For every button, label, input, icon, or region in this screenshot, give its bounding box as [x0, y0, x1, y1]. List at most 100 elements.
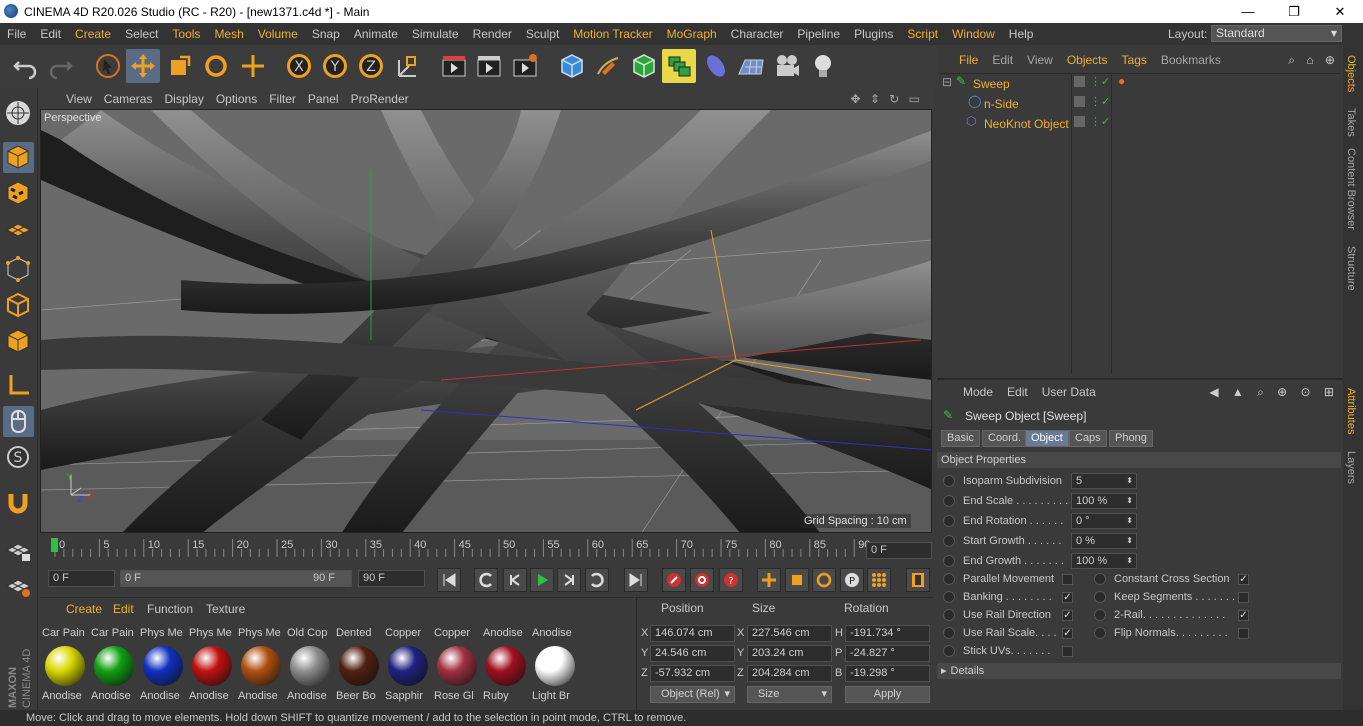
- previous-key-icon[interactable]: [474, 568, 498, 592]
- layer-icon[interactable]: [1074, 96, 1085, 107]
- checkbox[interactable]: ✓: [1238, 574, 1249, 585]
- next-frame-icon[interactable]: [557, 568, 581, 592]
- enabled-check-icon[interactable]: ⋮✓: [1090, 95, 1110, 108]
- animate-radio[interactable]: [943, 645, 955, 657]
- field-input[interactable]: 5 ⬍: [1071, 473, 1137, 489]
- points-mode-icon[interactable]: [3, 254, 34, 285]
- obj-menu-tags[interactable]: Tags: [1115, 53, 1154, 67]
- transform-tool-icon[interactable]: [236, 49, 270, 83]
- start-frame-field[interactable]: 0 F: [48, 570, 115, 587]
- menu-create[interactable]: Create: [68, 27, 118, 41]
- vp-menu-display[interactable]: Display: [158, 92, 209, 106]
- previous-frame-icon[interactable]: [503, 568, 527, 592]
- material-swatch[interactable]: Old Cop Anodise: [287, 618, 333, 706]
- material-swatch[interactable]: Anodise Light Br: [532, 618, 578, 706]
- obj-menu-objects[interactable]: Objects: [1060, 53, 1115, 67]
- timeline-ruler[interactable]: 0 5 10 15 20 25 30 35 40 45 50 55 60 65 70 75 80 85 90 0 F: [40, 535, 933, 565]
- object-row-nside[interactable]: ◯ n-Side ⋮✓: [940, 94, 1340, 114]
- menu-simulate[interactable]: Simulate: [405, 27, 466, 41]
- rotation-b-field[interactable]: -19.298 °: [845, 665, 930, 682]
- texture-mode-icon[interactable]: [3, 178, 34, 209]
- render-to-picture-viewer-icon[interactable]: [472, 49, 506, 83]
- stepper-icon[interactable]: ⬍: [1126, 554, 1133, 568]
- workplane-icon[interactable]: [3, 570, 34, 601]
- position-y-field[interactable]: 24.546 cm: [650, 645, 735, 662]
- next-key-icon[interactable]: [585, 568, 609, 592]
- key-parameter-icon[interactable]: P: [840, 568, 864, 592]
- maximize-button[interactable]: ❐: [1271, 0, 1317, 23]
- floor-icon[interactable]: [734, 49, 768, 83]
- menu-pipeline[interactable]: Pipeline: [790, 27, 847, 41]
- key-scale-icon[interactable]: [785, 568, 809, 592]
- rotation-p-field[interactable]: -24.827 °: [845, 645, 930, 662]
- y-axis-lock-icon[interactable]: Y: [318, 49, 352, 83]
- menu-sculpt[interactable]: Sculpt: [519, 27, 566, 41]
- enabled-check-icon[interactable]: ⋮✓: [1090, 115, 1110, 128]
- timeline-window-icon[interactable]: [906, 568, 930, 592]
- menu-character[interactable]: Character: [724, 27, 791, 41]
- menu-mesh[interactable]: Mesh: [207, 27, 250, 41]
- menu-animate[interactable]: Animate: [347, 27, 405, 41]
- vtab-attributes[interactable]: Attributes: [1345, 388, 1357, 434]
- menu-snap[interactable]: Snap: [305, 27, 347, 41]
- object-row-sweep[interactable]: ⊟ ✎ Sweep ⋮✓ ●: [940, 74, 1340, 94]
- field-input[interactable]: 0 % ⬍: [1071, 533, 1137, 549]
- record-key-icon[interactable]: [662, 568, 686, 592]
- make-editable-icon[interactable]: [3, 98, 34, 129]
- animate-radio[interactable]: [1094, 573, 1106, 585]
- rotation-h-field[interactable]: -191.734 °: [845, 625, 930, 642]
- stepper-icon[interactable]: ⬍: [1126, 534, 1133, 548]
- live-selection-icon[interactable]: [91, 49, 125, 83]
- deformer-icon[interactable]: [699, 49, 733, 83]
- mat-menu-create[interactable]: Create: [66, 602, 102, 616]
- end-frame-field[interactable]: 90 F: [358, 570, 425, 587]
- frame-range-slider[interactable]: 0 F 90 F: [120, 570, 352, 587]
- menu-tools[interactable]: Tools: [165, 27, 207, 41]
- tab-coord[interactable]: Coord.: [982, 430, 1028, 447]
- attr-menu-mode[interactable]: Mode: [937, 385, 1000, 399]
- coord-mode-select[interactable]: Object (Rel) ▾: [650, 686, 735, 703]
- menu-volume[interactable]: Volume: [251, 27, 305, 41]
- material-swatch[interactable]: Car Pain Anodise: [91, 618, 137, 706]
- vp-menu-view[interactable]: View: [60, 92, 98, 106]
- edges-mode-icon[interactable]: [3, 290, 34, 321]
- vtab-objects[interactable]: Objects: [1345, 55, 1357, 92]
- go-to-start-icon[interactable]: [437, 568, 461, 592]
- animate-radio[interactable]: [943, 573, 955, 585]
- layout-select[interactable]: Standard ▾: [1211, 25, 1342, 42]
- animate-radio[interactable]: [943, 535, 955, 547]
- animate-radio[interactable]: [943, 515, 955, 527]
- key-rotation-icon[interactable]: [812, 568, 836, 592]
- material-swatch[interactable]: Phys Me Anodise: [238, 618, 284, 706]
- checkbox[interactable]: [1238, 628, 1249, 639]
- tab-basic[interactable]: Basic: [941, 430, 980, 447]
- animate-radio[interactable]: [1094, 609, 1106, 621]
- minimize-button[interactable]: —: [1225, 0, 1271, 23]
- cube-object-icon[interactable]: [555, 49, 589, 83]
- stepper-icon[interactable]: ⬍: [1126, 494, 1133, 508]
- animate-radio[interactable]: [943, 555, 955, 567]
- mat-menu-texture[interactable]: Texture: [206, 602, 245, 616]
- render-settings-icon[interactable]: [508, 49, 542, 83]
- obj-menu-file[interactable]: File: [937, 53, 985, 67]
- animate-radio[interactable]: [943, 609, 955, 621]
- play-icon[interactable]: [530, 568, 554, 592]
- apply-button[interactable]: Apply: [845, 686, 930, 703]
- tab-caps[interactable]: Caps: [1069, 430, 1107, 447]
- close-button[interactable]: ✕: [1317, 0, 1363, 23]
- scale-tool-icon[interactable]: [163, 49, 197, 83]
- x-axis-lock-icon[interactable]: X: [282, 49, 316, 83]
- animate-radio[interactable]: [943, 495, 955, 507]
- material-swatch[interactable]: Phys Me Anodise: [140, 618, 186, 706]
- size-mode-select[interactable]: Size ▾: [747, 686, 832, 703]
- obj-menu-bookmarks[interactable]: Bookmarks: [1154, 53, 1228, 67]
- material-swatch[interactable]: Copper Rose Gl: [434, 618, 480, 706]
- autokey-icon[interactable]: [690, 568, 714, 592]
- menu-plugins[interactable]: Plugins: [847, 27, 900, 41]
- menu-mograph[interactable]: MoGraph: [660, 27, 724, 41]
- vtab-takes[interactable]: Takes: [1345, 108, 1357, 137]
- current-frame-field[interactable]: 0 F: [866, 542, 932, 559]
- obj-menu-view[interactable]: View: [1020, 53, 1060, 67]
- field-input[interactable]: 0 ° ⬍: [1071, 513, 1137, 529]
- model-mode-icon[interactable]: [3, 142, 34, 173]
